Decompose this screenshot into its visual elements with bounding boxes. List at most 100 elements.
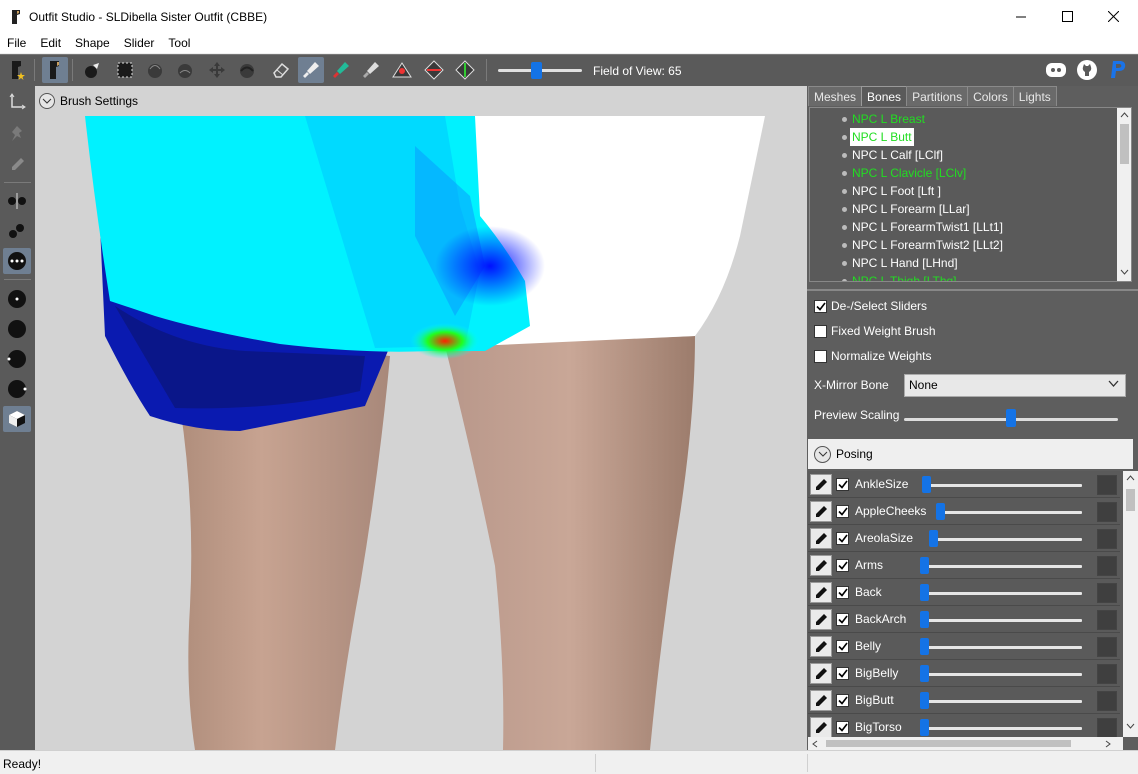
- bone-item[interactable]: NPC L Forearm [LLar]: [852, 200, 970, 218]
- view-left-button[interactable]: [3, 346, 31, 372]
- slider-track[interactable]: [920, 565, 1082, 568]
- slider-value-box[interactable]: [1097, 583, 1117, 603]
- scroll-up-icon[interactable]: [1126, 475, 1135, 481]
- slider-edit-button[interactable]: [810, 636, 832, 657]
- bone-item[interactable]: NPC L Clavicle [LClv]: [852, 164, 966, 182]
- scroll-right-icon[interactable]: [1105, 740, 1111, 748]
- slider-edit-button[interactable]: [810, 690, 832, 711]
- brush-settings-header[interactable]: Brush Settings: [35, 86, 807, 116]
- slider-list-hscroll[interactable]: [808, 737, 1123, 750]
- slider-thumb[interactable]: [920, 638, 929, 655]
- view-back-button[interactable]: [3, 316, 31, 342]
- bone-item[interactable]: NPC L Breast: [852, 110, 925, 128]
- slider-edit-button[interactable]: [810, 663, 832, 684]
- deselect-sliders-option[interactable]: De-/Select Sliders: [814, 299, 927, 313]
- slider-thumb[interactable]: [920, 665, 929, 682]
- bone-list-vscroll-thumb[interactable]: [1120, 124, 1129, 164]
- slider-value-box[interactable]: [1097, 664, 1117, 684]
- menu-slider[interactable]: Slider: [117, 33, 162, 53]
- slider-list-hscroll-thumb[interactable]: [826, 740, 1071, 747]
- slider-track[interactable]: [920, 592, 1082, 595]
- slider-list-vscroll[interactable]: [1123, 471, 1138, 737]
- color-brush-button[interactable]: [328, 57, 354, 83]
- bone-item[interactable]: NPC L Hand [LHnd]: [852, 254, 958, 272]
- axis-tool-button[interactable]: [3, 89, 31, 115]
- slider-thumb[interactable]: [929, 530, 938, 547]
- 3d-viewport[interactable]: Brush Settings: [35, 86, 807, 750]
- slider-value-box[interactable]: [1097, 502, 1117, 522]
- brush-falloff-button[interactable]: [3, 218, 31, 244]
- slider-thumb[interactable]: [920, 584, 929, 601]
- move-brush-button[interactable]: [204, 57, 230, 83]
- slider-thumb[interactable]: [920, 557, 929, 574]
- view-perspective-button[interactable]: [3, 406, 31, 432]
- select-region-button[interactable]: [112, 57, 138, 83]
- minimize-button[interactable]: [998, 0, 1044, 33]
- slider-edit-button[interactable]: [810, 555, 832, 576]
- fixed-weight-brush-checkbox[interactable]: [814, 324, 827, 338]
- slider-track[interactable]: [922, 484, 1082, 487]
- slider-value-box[interactable]: [1097, 610, 1117, 630]
- paypal-button[interactable]: [1105, 57, 1131, 83]
- model-render[interactable]: [35, 86, 807, 750]
- slider-value-box[interactable]: [1097, 718, 1117, 737]
- slider-value-box[interactable]: [1097, 637, 1117, 657]
- slider-checkbox[interactable]: [836, 532, 849, 545]
- brush-dots-button[interactable]: [3, 248, 31, 274]
- weight-brush-button[interactable]: [298, 57, 324, 83]
- pin-tool-button[interactable]: [3, 121, 31, 147]
- tab-meshes[interactable]: Meshes: [808, 86, 863, 106]
- bone-list-vscroll[interactable]: [1117, 108, 1131, 281]
- slider-edit-button[interactable]: [810, 717, 832, 737]
- alpha-brush-button[interactable]: [358, 57, 384, 83]
- undiff-brush-button[interactable]: [268, 57, 294, 83]
- github-button[interactable]: [1074, 57, 1100, 83]
- scroll-left-icon[interactable]: [812, 740, 818, 748]
- tab-lights[interactable]: Lights: [1012, 86, 1057, 106]
- bone-item[interactable]: NPC L Calf [LClf]: [852, 146, 943, 164]
- slider-value-box[interactable]: [1097, 475, 1117, 495]
- normalize-weights-option[interactable]: Normalize Weights: [814, 349, 931, 363]
- close-button[interactable]: [1090, 0, 1136, 33]
- slider-thumb[interactable]: [935, 503, 945, 520]
- bone-item[interactable]: NPC L Foot [Lft ]: [852, 182, 941, 200]
- slider-checkbox[interactable]: [836, 505, 849, 518]
- slider-value-box[interactable]: [1097, 691, 1117, 711]
- slider-track[interactable]: [920, 619, 1082, 622]
- slider-checkbox[interactable]: [836, 721, 849, 734]
- collapse-vertex-button[interactable]: [389, 57, 415, 83]
- slider-checkbox[interactable]: [836, 478, 849, 491]
- slider-thumb[interactable]: [920, 692, 929, 709]
- brush-size-split-button[interactable]: [3, 188, 31, 214]
- menu-tool[interactable]: Tool: [161, 33, 197, 53]
- slider-track[interactable]: [920, 727, 1082, 730]
- slider-edit-button[interactable]: [810, 474, 832, 495]
- slider-edit-button[interactable]: [810, 528, 832, 549]
- xmirror-bone-select[interactable]: None: [904, 374, 1126, 397]
- slider-thumb[interactable]: [920, 611, 929, 628]
- slider-thumb[interactable]: [920, 719, 929, 736]
- flip-edge-button[interactable]: [421, 57, 447, 83]
- fov-slider-thumb[interactable]: [530, 62, 542, 79]
- deflate-brush-button[interactable]: [172, 57, 198, 83]
- slider-track[interactable]: [935, 511, 1082, 514]
- slider-checkbox[interactable]: [836, 559, 849, 572]
- select-tool-button[interactable]: [4, 57, 30, 83]
- split-edge-button[interactable]: [452, 57, 478, 83]
- maximize-button[interactable]: [1044, 0, 1090, 33]
- tab-partitions[interactable]: Partitions: [906, 86, 969, 106]
- slider-track[interactable]: [920, 673, 1082, 676]
- slider-checkbox[interactable]: [836, 640, 849, 653]
- tab-colors[interactable]: Colors: [967, 86, 1014, 106]
- preview-scaling-thumb[interactable]: [1006, 409, 1016, 427]
- bone-item[interactable]: NPC L Thigh [LThg]: [852, 272, 957, 281]
- slider-track[interactable]: [920, 646, 1082, 649]
- slider-edit-button[interactable]: [810, 582, 832, 603]
- slider-list-vscroll-thumb[interactable]: [1126, 489, 1135, 511]
- normalize-weights-checkbox[interactable]: [814, 349, 827, 363]
- bone-item[interactable]: NPC L ForearmTwist2 [LLt2]: [852, 236, 1003, 254]
- pencil-tool-button[interactable]: [3, 152, 31, 178]
- slider-checkbox[interactable]: [836, 667, 849, 680]
- fixed-weight-brush-option[interactable]: Fixed Weight Brush: [814, 324, 936, 338]
- slider-value-box[interactable]: [1097, 556, 1117, 576]
